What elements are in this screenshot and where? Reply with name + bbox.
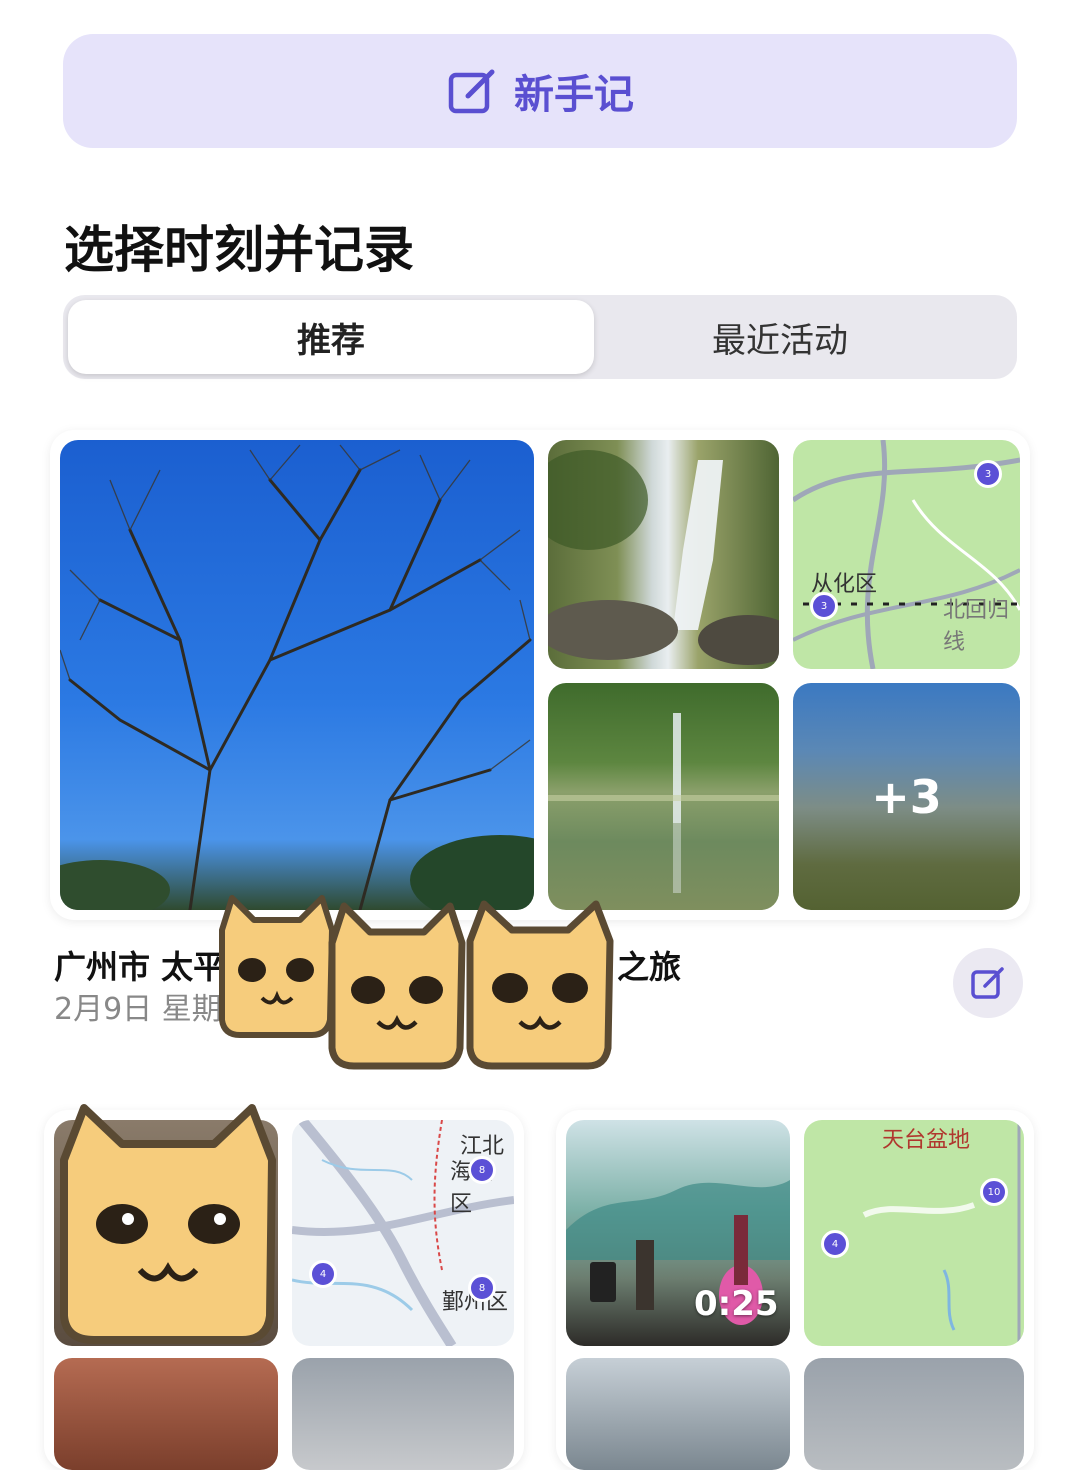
moment-title-left: 广州市 太平 [54, 948, 226, 986]
map-location-badge: 8 [468, 1274, 496, 1302]
lake-image [548, 713, 779, 893]
photo-thumbnail[interactable] [54, 1358, 278, 1470]
photo-lake-thumbnail[interactable] [548, 683, 779, 910]
compose-icon [448, 69, 495, 114]
map-label: 北回归线 [943, 598, 1010, 655]
map-location-badge: 4 [821, 1230, 849, 1258]
photo-tree-thumbnail[interactable] [60, 440, 534, 910]
tab-recent-activity-label: 最近活动 [712, 320, 848, 361]
moment-title-right: 之旅 [617, 948, 682, 986]
moment-date: 2月9日 星期 [54, 992, 222, 1027]
photo-thumbnail[interactable] [804, 1358, 1024, 1470]
new-note-label: 新手记 [514, 72, 634, 118]
edit-moment-button[interactable] [953, 948, 1023, 1018]
photo-thumbnail[interactable] [566, 1358, 790, 1470]
map-location-badge: 10 [980, 1178, 1008, 1206]
tab-recent-activity[interactable]: 最近活动 [543, 300, 1017, 374]
map-label: 天台盆地 [882, 1128, 971, 1153]
moment-card[interactable]: 0:25 天台盆地 10 4 [556, 1110, 1034, 1470]
tree-branches-image [60, 444, 534, 910]
cat-face-sticker-icon [466, 900, 614, 1070]
map-thumbnail[interactable]: 江北 海曙区 鄞州区 8 4 8 [292, 1120, 514, 1346]
tab-recommended[interactable]: 推荐 [68, 300, 594, 374]
more-photos-count: +3 [871, 769, 942, 824]
cat-face-sticker-icon [328, 902, 466, 1070]
compose-icon [971, 967, 1004, 999]
waterfall-image [548, 450, 779, 665]
map-thumbnail[interactable]: 天台盆地 10 4 [804, 1120, 1024, 1346]
map-thumbnail[interactable]: 从化区 北回归线 3 3 [793, 440, 1020, 669]
video-duration: 0:25 [694, 1284, 779, 1324]
cat-face-sticker-icon [60, 1104, 276, 1344]
moment-card[interactable]: 从化区 北回归线 3 3 +3 [50, 430, 1030, 920]
map-location-badge: 3 [810, 592, 838, 620]
more-photos-tile[interactable]: +3 [793, 683, 1020, 910]
video-thumbnail[interactable]: 0:25 [566, 1120, 790, 1346]
moment-filter-tabs: 最近活动 推荐 [63, 295, 1017, 379]
map-location-badge: 4 [309, 1260, 337, 1288]
new-note-button[interactable]: 新手记 [63, 34, 1017, 148]
photo-waterfall-thumbnail[interactable] [548, 440, 779, 669]
map-location-badge: 3 [974, 460, 1002, 488]
section-title: 选择时刻并记录 [64, 221, 414, 279]
tab-recommended-label: 推荐 [297, 320, 365, 361]
photo-thumbnail[interactable] [292, 1358, 514, 1470]
map-location-badge: 8 [468, 1156, 496, 1184]
